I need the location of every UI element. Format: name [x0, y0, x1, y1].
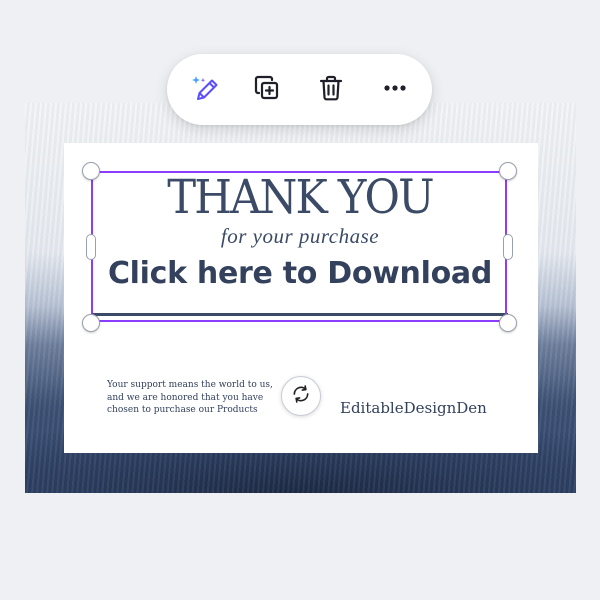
trash-icon	[317, 74, 345, 107]
resize-handle-top-right[interactable]	[499, 162, 517, 180]
rotate-icon	[291, 384, 311, 409]
copy-plus-icon	[253, 74, 281, 107]
brand-name: EditableDesignDen	[340, 399, 487, 417]
resize-handle-bottom-right[interactable]	[499, 314, 517, 332]
resize-handle-left[interactable]	[86, 234, 96, 260]
selection-box[interactable]	[91, 171, 507, 322]
support-message: Your support means the world to us, and …	[107, 380, 273, 415]
duplicate-button[interactable]	[249, 72, 285, 108]
more-horizontal-icon	[381, 74, 409, 107]
delete-button[interactable]	[313, 72, 349, 108]
resize-handle-top-left[interactable]	[82, 162, 100, 180]
resize-handle-bottom-left[interactable]	[82, 314, 100, 332]
floating-toolbar	[167, 54, 432, 125]
rotate-button[interactable]	[281, 376, 321, 416]
more-options-button[interactable]	[377, 72, 413, 108]
resize-handle-right[interactable]	[503, 234, 513, 260]
magic-edit-button[interactable]	[187, 72, 223, 108]
magic-pencil-icon	[190, 73, 220, 108]
